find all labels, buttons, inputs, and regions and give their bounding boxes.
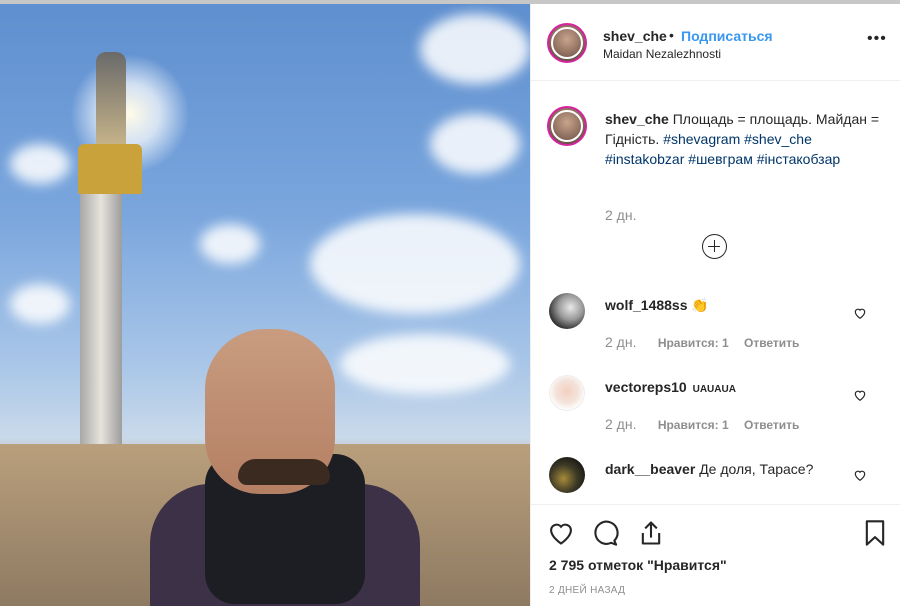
comment-text: UAUAUA <box>692 384 736 395</box>
comment-username[interactable]: wolf_1488ss <box>605 297 688 313</box>
comment-likes[interactable]: Нравится: 1 <box>658 418 729 432</box>
hashtag-link[interactable]: #instakobzar <box>605 151 684 167</box>
monument-statue <box>96 52 126 148</box>
cloud <box>430 114 520 174</box>
bookmark-icon[interactable] <box>861 519 889 547</box>
comment-meta: 2 дн. Нравится: 1 Ответить <box>605 416 811 432</box>
comment-text: 👏 <box>691 297 709 313</box>
comment-like-heart-icon[interactable] <box>853 306 867 320</box>
hashtag-link[interactable]: #шевграм <box>688 151 753 167</box>
hashtag-link[interactable]: #shevagram <box>663 131 740 147</box>
commenter-avatar[interactable] <box>549 375 585 411</box>
more-options-icon[interactable]: ••• <box>867 30 887 48</box>
comment-meta: 2 дн. Нравится: 1 Ответить <box>605 334 811 350</box>
commenter-avatar[interactable] <box>549 457 585 493</box>
reply-button[interactable]: Ответить <box>744 418 799 432</box>
like-heart-icon[interactable] <box>547 519 575 547</box>
load-more-comments-icon[interactable] <box>702 234 727 259</box>
commenter-avatar[interactable] <box>549 293 585 329</box>
comment-username[interactable]: vectoreps10 <box>605 379 687 395</box>
comment-like-heart-icon[interactable] <box>853 388 867 402</box>
monument-capital <box>78 144 142 194</box>
caption-time: 2 дн. <box>605 207 637 223</box>
likes-label: отметок "Нравится" <box>587 557 727 573</box>
post-header: shev_che • Подписаться Maidan Nezalezhno… <box>531 4 900 81</box>
reply-button[interactable]: Ответить <box>744 336 799 350</box>
hashtag-link[interactable]: #інстакобзар <box>757 151 840 167</box>
comment-time: 2 дн. <box>605 334 637 350</box>
comment-item: dark__beaver Де доля, Тарасе? <box>605 461 813 477</box>
comment-time: 2 дн. <box>605 416 637 432</box>
person-mustache <box>238 459 330 485</box>
likes-count[interactable]: 2 795 отметок "Нравится" <box>549 557 727 573</box>
post-actions: 2 795 отметок "Нравится" 2 ДНЕЙ НАЗАД <box>531 504 900 606</box>
comment-bubble-icon[interactable] <box>591 519 619 547</box>
comment-likes[interactable]: Нравится: 1 <box>658 336 729 350</box>
share-icon[interactable] <box>637 519 665 547</box>
cloud <box>10 144 70 184</box>
cloud <box>420 14 530 84</box>
author-avatar[interactable] <box>547 23 587 63</box>
author-username[interactable]: shev_che <box>603 28 667 44</box>
separator-dot: • <box>669 27 674 43</box>
likes-number: 2 795 <box>549 557 585 573</box>
comment-item: wolf_1488ss 👏 <box>605 297 709 314</box>
location-link[interactable]: Maidan Nezalezhnosti <box>603 47 721 61</box>
comment-username[interactable]: dark__beaver <box>605 461 695 477</box>
post-sidebar: shev_che • Подписаться Maidan Nezalezhno… <box>530 4 900 606</box>
caption-username[interactable]: shev_che <box>605 111 669 127</box>
caption-avatar[interactable] <box>547 106 587 146</box>
comment-text: Де доля, Тарасе? <box>699 461 814 477</box>
follow-button[interactable]: Подписаться <box>681 28 773 44</box>
post-caption: shev_che Площадь = площадь. Майдан = Гід… <box>605 109 885 169</box>
post-photo[interactable] <box>0 4 530 606</box>
post-timestamp: 2 ДНЕЙ НАЗАД <box>549 585 626 596</box>
cloud <box>200 224 260 264</box>
cloud <box>310 214 520 314</box>
hashtag-link[interactable]: #shev_che <box>744 131 812 147</box>
comment-like-heart-icon[interactable] <box>853 468 867 482</box>
cloud <box>340 334 510 394</box>
comment-item: vectoreps10 UAUAUA <box>605 379 736 395</box>
cloud <box>10 284 70 324</box>
